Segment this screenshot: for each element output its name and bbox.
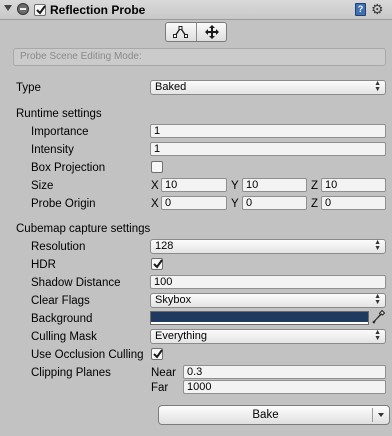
- clear-flags-label: Clear Flags: [31, 295, 90, 307]
- shadow-distance-field[interactable]: 100: [150, 275, 386, 289]
- intensity-field[interactable]: 1: [150, 142, 386, 156]
- dropdown-arrows-icon: ▲ ▼: [374, 239, 381, 252]
- gear-icon[interactable]: ⚙: [371, 1, 384, 17]
- bake-options-divider: [372, 408, 373, 422]
- resolution-label: Resolution: [31, 241, 86, 253]
- cubemap-settings-heading: Cubemap capture settings: [16, 223, 151, 235]
- origin-z-label: Z: [311, 198, 319, 210]
- component-enabled-checkbox[interactable]: [34, 4, 46, 16]
- dropdown-arrows-icon: ▲ ▼: [374, 293, 381, 306]
- near-label: Near: [151, 367, 176, 379]
- occlusion-culling-checkbox[interactable]: [151, 348, 163, 360]
- edit-mode-box: Probe Scene Editing Mode:: [13, 48, 386, 66]
- culling-mask-label: Culling Mask: [31, 331, 97, 343]
- size-x-label: X: [151, 180, 159, 192]
- clear-flags-dropdown[interactable]: Skybox ▲ ▼: [150, 293, 386, 308]
- dropdown-arrows-icon: ▲ ▼: [374, 329, 381, 342]
- far-field[interactable]: 1000: [183, 380, 386, 394]
- eyedropper-icon[interactable]: [372, 309, 386, 325]
- component-header: Reflection Probe ? ⚙: [0, 0, 392, 20]
- box-projection-checkbox[interactable]: [151, 161, 163, 173]
- move-origin-button[interactable]: [197, 23, 226, 41]
- far-label: Far: [151, 382, 169, 394]
- edit-mode-label: Probe Scene Editing Mode:: [20, 51, 142, 62]
- origin-y-label: Y: [231, 198, 239, 210]
- edit-mode-toolbar: [165, 22, 227, 42]
- origin-z-field[interactable]: 0: [321, 196, 386, 210]
- box-projection-label: Box Projection: [31, 162, 106, 174]
- type-dropdown[interactable]: Baked ▲ ▼: [150, 80, 386, 95]
- clear-flags-value: Skybox: [155, 294, 192, 306]
- size-y-label: Y: [231, 180, 239, 192]
- hdr-label: HDR: [31, 259, 56, 271]
- occlusion-culling-label: Use Occlusion Culling: [31, 349, 144, 361]
- size-y-field[interactable]: 10: [242, 178, 307, 192]
- probe-icon: [17, 3, 29, 15]
- size-x-field[interactable]: 10: [161, 178, 227, 192]
- move-arrows-icon: [205, 25, 219, 39]
- size-z-label: Z: [311, 180, 319, 192]
- runtime-settings-heading: Runtime settings: [16, 108, 102, 120]
- bounds-edit-icon: [173, 26, 188, 38]
- dropdown-arrows-icon: ▲ ▼: [374, 80, 381, 93]
- probe-origin-label: Probe Origin: [31, 198, 96, 210]
- culling-mask-dropdown[interactable]: Everything ▲ ▼: [150, 329, 386, 344]
- bake-button[interactable]: Bake: [158, 405, 390, 425]
- background-color-field[interactable]: [150, 311, 369, 325]
- edit-bounds-button[interactable]: [166, 23, 197, 41]
- resolution-value: 128: [155, 240, 174, 252]
- type-value: Baked: [155, 81, 187, 93]
- hdr-checkbox[interactable]: [151, 258, 163, 270]
- clipping-planes-label: Clipping Planes: [31, 367, 111, 379]
- bake-options-arrow-icon[interactable]: [378, 413, 384, 417]
- type-label: Type: [16, 82, 41, 94]
- intensity-label: Intensity: [31, 144, 74, 156]
- shadow-distance-label: Shadow Distance: [31, 277, 121, 289]
- near-field[interactable]: 0.3: [183, 365, 386, 379]
- origin-x-field[interactable]: 0: [161, 196, 227, 210]
- component-title: Reflection Probe: [50, 3, 146, 17]
- origin-y-field[interactable]: 0: [242, 196, 307, 210]
- origin-x-label: X: [151, 198, 159, 210]
- culling-mask-value: Everything: [155, 330, 207, 342]
- resolution-dropdown[interactable]: 128 ▲ ▼: [150, 239, 386, 254]
- alpha-bar: [151, 322, 368, 324]
- size-z-field[interactable]: 10: [321, 178, 386, 192]
- importance-label: Importance: [31, 126, 89, 138]
- bake-label: Bake: [252, 409, 279, 421]
- reflection-probe-inspector: Reflection Probe ? ⚙ Probe Scene Editing…: [0, 0, 392, 436]
- foldout-arrow-icon[interactable]: [4, 5, 12, 11]
- size-label: Size: [31, 180, 54, 192]
- background-label: Background: [31, 313, 93, 325]
- importance-field[interactable]: 1: [150, 124, 386, 138]
- help-book-icon[interactable]: ?: [355, 3, 366, 16]
